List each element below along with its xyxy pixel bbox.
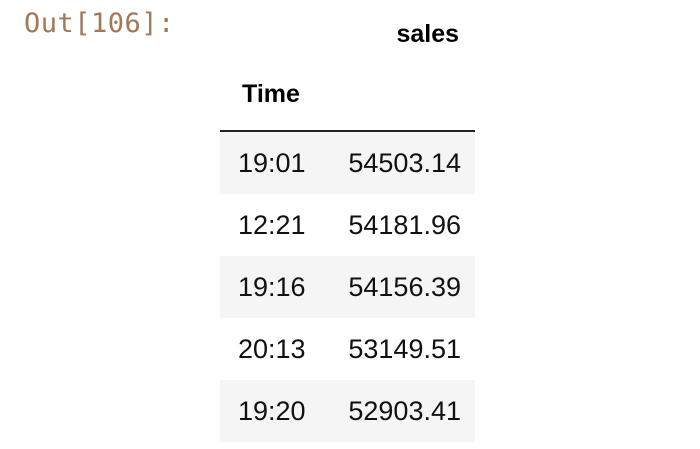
sales-value: 52903.41 [348,395,461,426]
sales-value: 54503.14 [348,147,461,178]
table-row: 20:13 53149.51 [220,318,475,380]
row-index: 12:21 [238,209,306,240]
sales-value: 54181.96 [348,209,461,240]
row-index: 19:16 [238,271,306,302]
sales-value: 53149.51 [348,333,461,364]
row-index: 20:13 [238,333,306,364]
index-name-label: Time [242,80,300,108]
dataframe-table: sales Time 19:01 54503.14 12:21 54181.96… [220,10,475,442]
table-row: 19:01 54503.14 [220,132,475,194]
table-row: 12:21 54181.96 [220,194,475,256]
index-header-row: Time [220,62,475,132]
row-index: 19:01 [238,147,306,178]
row-index: 19:20 [238,395,306,426]
table-row: 19:20 52903.41 [220,380,475,442]
table-row: 19:16 54156.39 [220,256,475,318]
sales-value: 54156.39 [348,271,461,302]
column-header-sales: sales [396,20,459,48]
column-header-row: sales [220,10,475,62]
output-prompt: Out[106]: [24,8,175,39]
